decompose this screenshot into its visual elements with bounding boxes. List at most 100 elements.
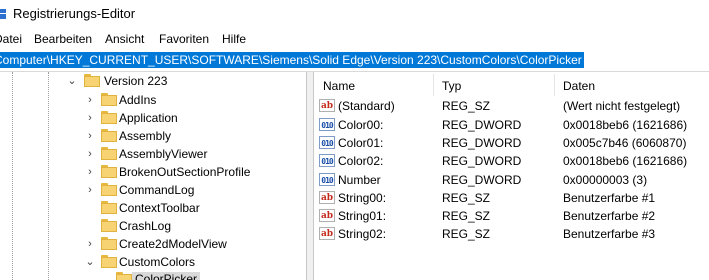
folder-icon [101,183,117,196]
value-row[interactable]: ab (Standard) REG_SZ (Wert nicht festgel… [314,97,709,115]
value-data: 0x0018beb6 (1621686) [563,118,688,132]
column-header-type[interactable]: Typ [442,79,461,93]
folder-icon [101,111,117,124]
dword-value-icon: 010 [319,173,335,186]
chevron-down-icon[interactable]: ⌄ [66,75,78,87]
value-type: REG_DWORD [442,154,522,168]
value-row[interactable]: 010 Color01: REG_DWORD 0x005c7b46 (60608… [314,134,709,152]
value-row[interactable]: 010 Color00: REG_DWORD 0x0018beb6 (16216… [314,116,709,134]
value-data: (Wert nicht festgelegt) [563,99,681,113]
value-name: Color01: [338,136,384,150]
column-header-name[interactable]: Name [323,79,355,93]
tree-item-label: AssemblyViewer [119,147,208,161]
title-bar: Registrierungs-Editor [0,0,709,28]
menu-bar: Datei Bearbeiten Ansicht Favoriten Hilfe [0,29,709,49]
tree-item-label: CommandLog [119,183,195,197]
value-type: REG_DWORD [442,136,522,150]
tree-item-customcolors[interactable]: ⌄ CustomColors [0,253,306,271]
folder-icon [101,129,117,142]
registry-tree[interactable]: ⌄ Version 223 › AddIns › Application › A… [0,72,306,280]
folder-icon [101,255,117,268]
folder-icon [101,165,117,178]
value-list[interactable]: Name Typ Daten ab (Standard) REG_SZ (Wer… [314,72,709,280]
menu-favoriten[interactable]: Favoriten [159,32,209,46]
window-title: Registrierungs-Editor [13,6,136,21]
value-row[interactable]: 010 Number REG_DWORD 0x00000003 (3) [314,171,709,189]
value-data: Benutzerfarbe #1 [563,191,656,205]
dword-value-icon: 010 [319,136,335,149]
value-type: REG_SZ [442,227,491,241]
string-value-icon: ab [319,99,335,112]
tree-item-contexttoolbar[interactable]: ContextToolbar [0,199,306,217]
dword-value-icon: 010 [319,118,335,131]
menu-bearbeiten[interactable]: Bearbeiten [34,32,92,46]
tree-item-colorpicker[interactable]: ColorPicker [0,270,306,280]
chevron-right-icon[interactable]: › [84,112,96,124]
value-name: Number [338,173,381,187]
tree-item-label: Application [119,111,178,125]
folder-icon [101,201,117,214]
address-bar[interactable]: Computer\HKEY_CURRENT_USER\SOFTWARE\Siem… [0,49,709,72]
tree-item-label: BrokenOutSectionProfile [119,165,251,179]
menu-datei[interactable]: Datei [0,32,22,46]
regedit-icon [0,9,6,19]
pane-splitter[interactable] [306,72,314,280]
address-path[interactable]: Computer\HKEY_CURRENT_USER\SOFTWARE\Siem… [0,52,584,68]
column-separator[interactable] [433,74,434,96]
tree-item-label: Version 223 [104,74,168,88]
value-name: (Standard) [338,99,395,113]
value-name: String00: [338,191,387,205]
tree-item-label: Create2dModelView [119,237,227,251]
value-type: REG_SZ [442,209,491,223]
menu-hilfe[interactable]: Hilfe [222,32,246,46]
tree-item-label: ContextToolbar [119,201,200,215]
tree-item-label-selected: ColorPicker [132,272,201,280]
value-type: REG_SZ [442,191,491,205]
folder-icon [101,219,117,232]
value-row[interactable]: ab String00: REG_SZ Benutzerfarbe #1 [314,189,709,207]
value-name: Color00: [338,118,384,132]
folder-icon [101,237,117,250]
value-name: String01: [338,209,387,223]
value-data: Benutzerfarbe #2 [563,209,656,223]
value-data: 0x005c7b46 (6060870) [563,136,687,150]
tree-item-version-223[interactable]: ⌄ Version 223 [0,72,306,90]
menu-ansicht[interactable]: Ansicht [105,32,144,46]
value-type: REG_DWORD [442,118,522,132]
value-name: Color02: [338,154,384,168]
tree-item-crashlog[interactable]: CrashLog [0,217,306,235]
value-row[interactable]: 010 Color02: REG_DWORD 0x0018beb6 (16216… [314,152,709,170]
folder-icon [101,147,117,160]
string-value-icon: ab [319,227,335,240]
value-data: 0x0018beb6 (1621686) [563,154,688,168]
tree-item-label: Assembly [119,129,172,143]
chevron-right-icon[interactable]: › [84,166,96,178]
tree-item-commandlog[interactable]: › CommandLog [0,181,306,199]
column-header-data[interactable]: Daten [563,79,595,93]
chevron-down-icon[interactable]: ⌄ [84,256,96,268]
chevron-right-icon[interactable]: › [84,94,96,106]
tree-item-label: CrashLog [119,219,172,233]
chevron-right-icon[interactable]: › [84,148,96,160]
tree-item-label: CustomColors [119,255,196,269]
chevron-right-icon[interactable]: › [84,238,96,250]
column-separator[interactable] [554,74,555,96]
string-value-icon: ab [319,191,335,204]
value-row[interactable]: ab String01: REG_SZ Benutzerfarbe #2 [314,207,709,225]
tree-item-addins[interactable]: › AddIns [0,91,306,109]
chevron-right-icon[interactable]: › [84,130,96,142]
folder-icon [84,74,100,87]
string-value-icon: ab [319,209,335,222]
tree-item-application[interactable]: › Application [0,109,306,127]
value-type: REG_SZ [442,99,491,113]
chevron-right-icon[interactable]: › [84,184,96,196]
tree-item-label: AddIns [119,93,157,107]
value-data: Benutzerfarbe #3 [563,227,656,241]
value-row[interactable]: ab String02: REG_SZ Benutzerfarbe #3 [314,225,709,243]
tree-item-assemblyviewer[interactable]: › AssemblyViewer [0,145,306,163]
tree-item-brokenoutsectionprofile[interactable]: › BrokenOutSectionProfile [0,163,306,181]
value-data: 0x00000003 (3) [563,173,648,187]
tree-item-create2dmodelview[interactable]: › Create2dModelView [0,235,306,253]
tree-item-assembly[interactable]: › Assembly [0,127,306,145]
value-name: String02: [338,227,387,241]
